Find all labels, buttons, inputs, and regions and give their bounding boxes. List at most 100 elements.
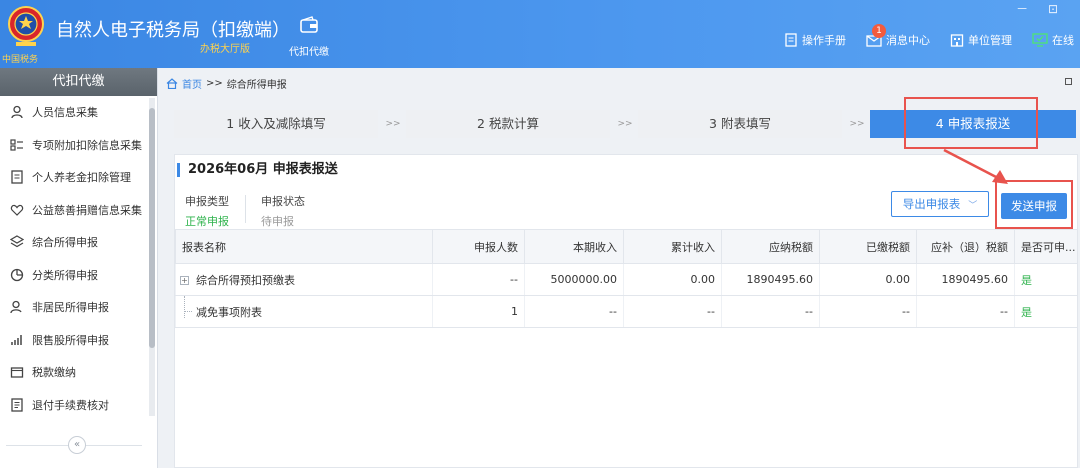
- table-cell: 是: [1014, 263, 1078, 296]
- sidebar-item-refund-fee[interactable]: 退付手续费核对: [0, 389, 148, 422]
- window-controls[interactable]: － ⊡: [1016, 0, 1066, 17]
- app-header: 中国税务 自然人电子税务局（扣缴端） 办税大厅版 代扣代缴 － ⊡ 操作手册 1…: [0, 0, 1080, 68]
- table-cell: --: [916, 295, 1015, 328]
- table-cell: 0.00: [623, 263, 722, 296]
- step-arrow: >>: [849, 119, 865, 129]
- chevron-down-icon: ﹀: [968, 200, 978, 211]
- table-cell: --: [432, 263, 525, 296]
- highlight-arrow-icon: [943, 148, 1008, 184]
- company-management-button[interactable]: 单位管理: [950, 32, 1012, 48]
- person-icon: [11, 106, 23, 119]
- sidebar-item-label: 专项附加扣除信息采集: [32, 138, 142, 152]
- sidebar-item-charity[interactable]: 公益慈善捐赠信息采集: [0, 194, 148, 227]
- col-header: 已缴税额: [819, 229, 917, 264]
- meta-divider: [245, 195, 246, 223]
- col-header: 累计收入: [623, 229, 722, 264]
- sidebar-menu: 人员信息采集 专项附加扣除信息采集 个人养老金扣除管理 公益慈善捐赠信息采集 综…: [0, 96, 148, 421]
- folder-icon: [10, 367, 24, 378]
- online-icon: [1032, 33, 1048, 47]
- report-status-key: 申报状态: [261, 195, 305, 208]
- expand-icon[interactable]: +: [180, 276, 189, 285]
- sidebar-item-person-info[interactable]: 人员信息采集: [0, 96, 148, 129]
- sidebar-item-label: 个人养老金扣除管理: [32, 171, 131, 185]
- sidebar: 代扣代缴 人员信息采集 专项附加扣除信息采集 个人养老金扣除管理 公益慈善捐赠信…: [0, 68, 158, 468]
- report-name-cell: + 综合所得预扣预缴表: [175, 263, 433, 296]
- col-header: 是否可申...: [1014, 229, 1078, 264]
- report-name: 综合所得预扣预缴表: [196, 273, 295, 287]
- sidebar-item-restricted-stock[interactable]: 限售股所得申报: [0, 324, 148, 357]
- home-icon: [166, 77, 178, 89]
- step-income-deduction[interactable]: 1 收入及减除填写: [174, 110, 378, 138]
- charity-icon: [10, 204, 24, 216]
- sidebar-item-label: 限售股所得申报: [32, 333, 109, 347]
- table-cell: 5000000.00: [524, 263, 624, 296]
- step-tax-calculation[interactable]: 2 税款计算: [406, 110, 610, 138]
- chart-icon: [11, 334, 22, 345]
- sidebar-item-nonresident[interactable]: 非居民所得申报: [0, 291, 148, 324]
- app-window: 中国税务 自然人电子税务局（扣缴端） 办税大厅版 代扣代缴 － ⊡ 操作手册 1…: [0, 0, 1080, 468]
- sidebar-title: 代扣代缴: [0, 68, 157, 96]
- tree-line: [184, 296, 185, 318]
- table-cell: --: [819, 295, 917, 328]
- restore-icon[interactable]: [1065, 78, 1072, 85]
- report-submit-panel: 2026年06月 申报表报送 申报类型 正常申报 申报状态 待申报 导出申报表 …: [174, 154, 1078, 468]
- sidebar-item-label: 退付手续费核对: [32, 398, 109, 412]
- sidebar-scrollbar[interactable]: [149, 98, 155, 416]
- tax-emblem-icon: [8, 6, 44, 46]
- breadcrumb-current: 综合所得申报: [226, 79, 287, 91]
- sidebar-item-tax-payment[interactable]: 税款缴纳: [0, 356, 148, 389]
- panel-title: 2026年06月 申报表报送: [177, 163, 338, 177]
- report-status-value: 待申报: [261, 215, 294, 228]
- table-cell: 1890495.60: [721, 263, 820, 296]
- sidebar-item-label: 公益慈善捐赠信息采集: [32, 203, 142, 217]
- table-cell: --: [524, 295, 624, 328]
- manual-button[interactable]: 操作手册: [784, 32, 846, 48]
- online-status[interactable]: 在线: [1032, 32, 1074, 48]
- report-status: 申报状态 待申报: [261, 193, 305, 229]
- highlight-step-box: [904, 97, 1038, 149]
- message-label: 消息中心: [886, 34, 930, 47]
- wallet-icon: [300, 16, 318, 33]
- table-header-row: 报表名称 申报人数 本期收入 累计收入 应纳税额 已缴税额 应补（退）税额 是否…: [175, 229, 1078, 264]
- col-header: 应补（退）税额: [916, 229, 1015, 264]
- step-attachment[interactable]: 3 附表填写: [638, 110, 842, 138]
- breadcrumb: 首页 >> 综合所得申报: [160, 72, 1080, 94]
- sidebar-scroll-thumb[interactable]: [149, 108, 155, 348]
- export-report-button[interactable]: 导出申报表 ﹀: [891, 191, 989, 217]
- online-label: 在线: [1052, 34, 1074, 47]
- table-cell: 是: [1014, 295, 1078, 328]
- app-subtitle: 办税大厅版: [200, 44, 250, 55]
- sidebar-item-comprehensive-income[interactable]: 综合所得申报: [0, 226, 148, 259]
- sidebar-item-label: 税款缴纳: [32, 366, 76, 380]
- message-center-button[interactable]: 1 消息中心: [866, 24, 930, 48]
- table-cell: --: [623, 295, 722, 328]
- breadcrumb-home-link[interactable]: 首页: [182, 76, 202, 91]
- breadcrumb-separator: >>: [206, 77, 223, 89]
- table-row[interactable]: 减免事项附表 1 -- -- -- -- -- 是: [175, 295, 1078, 328]
- report-type-key: 申报类型: [185, 195, 229, 208]
- nonresident-icon: [10, 301, 22, 314]
- manual-label: 操作手册: [802, 34, 846, 47]
- col-header: 申报人数: [432, 229, 525, 264]
- table-cell: 1890495.60: [916, 263, 1015, 296]
- list-icon: [10, 139, 23, 151]
- sidebar-item-label: 分类所得申报: [32, 268, 98, 282]
- sidebar-collapse-button[interactable]: «: [68, 436, 86, 454]
- sidebar-item-special-deduction[interactable]: 专项附加扣除信息采集: [0, 129, 148, 162]
- report-table: 报表名称 申报人数 本期收入 累计收入 应纳税额 已缴税额 应补（退）税额 是否…: [175, 229, 1078, 328]
- table-cell: 1: [432, 295, 525, 328]
- table-cell: --: [721, 295, 820, 328]
- step-arrow: >>: [385, 119, 401, 129]
- sidebar-item-classified-income[interactable]: 分类所得申报: [0, 259, 148, 292]
- table-row[interactable]: + 综合所得预扣预缴表 -- 5000000.00 0.00 1890495.6…: [175, 263, 1078, 296]
- col-header: 报表名称: [175, 229, 433, 264]
- sidebar-item-label: 人员信息采集: [32, 106, 98, 120]
- withholding-tool-button[interactable]: 代扣代缴: [284, 16, 334, 58]
- table-cell: 0.00: [819, 263, 917, 296]
- layers-icon: [10, 235, 24, 248]
- sidebar-item-pension[interactable]: 个人养老金扣除管理: [0, 161, 148, 194]
- company-label: 单位管理: [968, 34, 1012, 47]
- export-report-label: 导出申报表: [902, 197, 961, 211]
- emblem-text: 中国税务: [2, 55, 39, 65]
- sidebar-item-label: 综合所得申报: [32, 236, 98, 250]
